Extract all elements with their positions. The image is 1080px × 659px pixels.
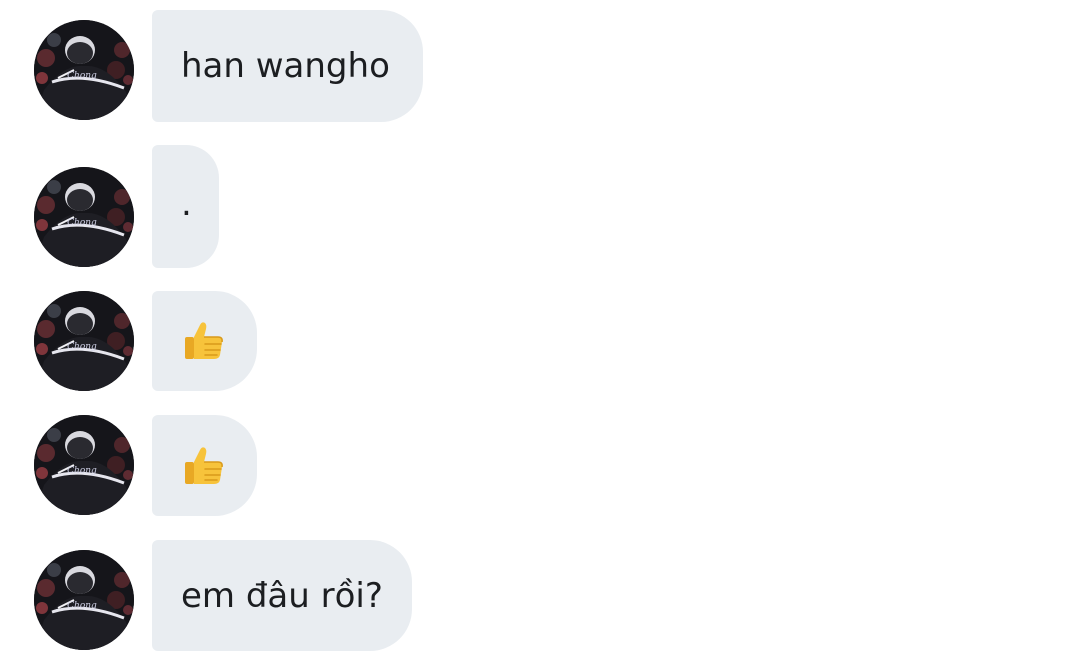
sender-avatar[interactable] [34, 20, 134, 120]
sender-avatar[interactable] [34, 550, 134, 650]
message-bubble[interactable] [152, 291, 257, 391]
message-bubble[interactable]: em đâu rồi? [152, 540, 412, 651]
message-text: . [181, 183, 192, 224]
sender-avatar[interactable] [34, 291, 134, 391]
message-text: em đâu rồi? [181, 575, 383, 616]
sender-avatar[interactable] [34, 415, 134, 515]
thumbs-up-icon [180, 317, 228, 365]
avatar-image [34, 167, 134, 267]
sender-avatar[interactable] [34, 167, 134, 267]
avatar-image [34, 415, 134, 515]
message-text: han wangho [181, 46, 390, 86]
chat-screen: { "messages": [ {"kind": "text", "text":… [0, 0, 1080, 659]
message-bubble[interactable]: han wangho [152, 10, 423, 122]
message-row [0, 415, 1080, 516]
message-row: em đâu rồi? [0, 540, 1080, 651]
message-row: . [0, 145, 1080, 268]
message-bubble[interactable]: . [152, 145, 219, 268]
avatar-image [34, 550, 134, 650]
thumbs-up-icon [180, 442, 228, 490]
message-row [0, 291, 1080, 391]
message-bubble[interactable] [152, 415, 257, 516]
avatar-image [34, 20, 134, 120]
avatar-image [34, 291, 134, 391]
message-row: han wangho [0, 10, 1080, 122]
